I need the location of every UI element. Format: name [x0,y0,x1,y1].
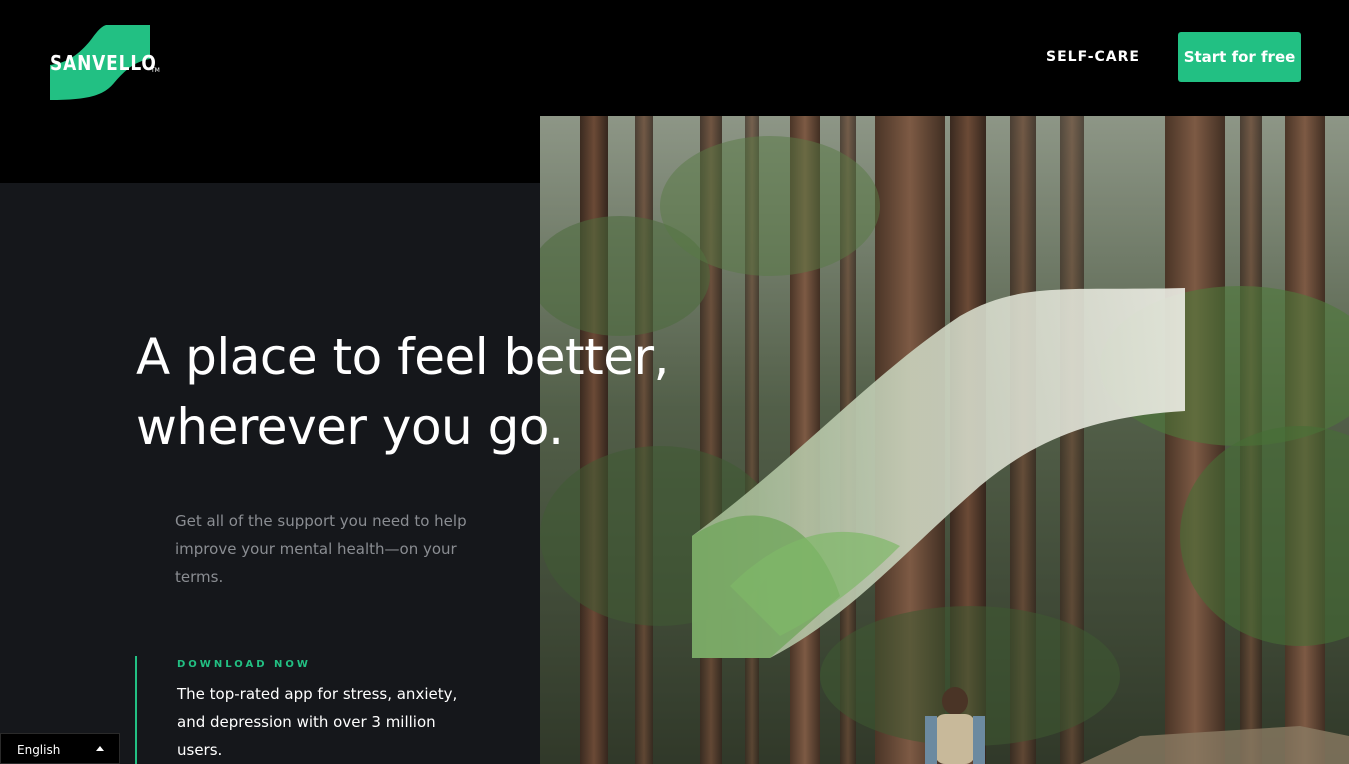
nav-self-care-link[interactable]: SELF-CARE [1046,49,1140,65]
hero-headline: A place to feel better, wherever you go. [136,322,669,462]
language-selector[interactable]: English [0,733,120,764]
logo-trademark: TM [151,67,160,74]
headline-line-2: wherever you go. [136,398,564,456]
logo-wordmark: SANVELLO [50,51,157,75]
headline-line-1: A place to feel better, [136,328,669,386]
download-now-label: DOWNLOAD NOW [177,659,311,670]
site-header: SANVELLO TM SELF-CARE Start for free [0,0,1349,116]
sanvello-logo[interactable]: SANVELLO TM [50,25,160,100]
hero-subtext: Get all of the support you need to help … [175,512,467,586]
caret-up-icon [96,746,104,751]
download-section: DOWNLOAD NOW The top-rated app for stres… [135,656,497,764]
language-selected-label: English [17,743,61,757]
start-for-free-button[interactable]: Start for free [1178,32,1301,82]
download-description: The top-rated app for stress, anxiety, a… [177,685,458,759]
